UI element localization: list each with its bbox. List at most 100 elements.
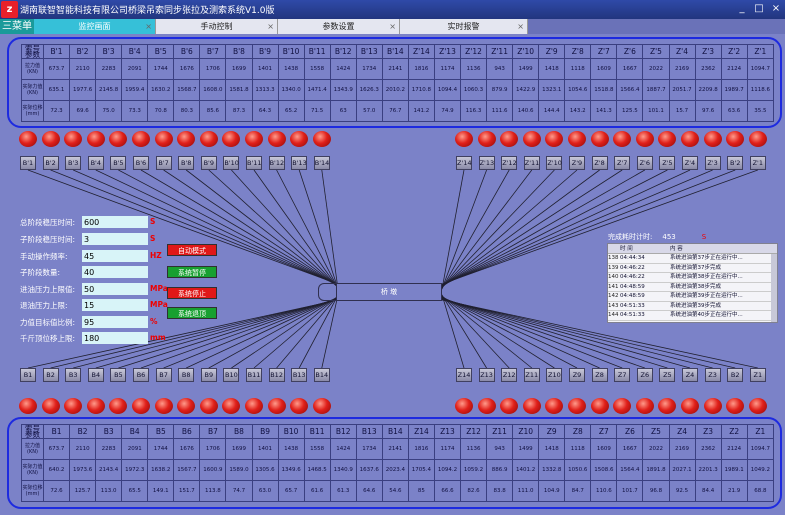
table-cell: 1637.6: [355, 459, 383, 481]
column-header: Z8: [564, 424, 592, 439]
jack-block: Z3: [704, 368, 721, 382]
log-row: 139 04:46:22 系统进油第37步完成: [608, 264, 777, 273]
system-stop-button[interactable]: 系统停止: [167, 287, 217, 299]
table-cell: 101.7: [616, 480, 644, 502]
log-row: 144 04:51:33 系统进油第40步正在运行中...: [608, 311, 777, 321]
table-cell: 1699: [225, 438, 253, 460]
log-row-number: 141: [608, 283, 619, 290]
log-row-time: 04:48:59: [620, 283, 645, 290]
table-cell: 1638.2: [147, 459, 175, 481]
log-row-number: 140: [608, 274, 619, 280]
table-cell: 2091: [121, 438, 149, 460]
column-header: Z10: [512, 424, 540, 439]
log-row-message: 系统进油第38步完成: [670, 283, 721, 290]
column-header: Z9: [538, 424, 566, 439]
table-cell: 1705.4: [407, 459, 435, 481]
table-cell: 1094.2: [433, 459, 462, 481]
column-header: Z6: [616, 424, 644, 439]
log-row: 142 04:48:59 系统进油第39步正在运行中...: [608, 292, 777, 302]
column-header: Z14: [407, 424, 435, 439]
param-input[interactable]: [82, 299, 148, 311]
jack-block: Z6: [636, 368, 653, 382]
table-cell: 1816: [407, 438, 435, 460]
param-unit: HZ: [150, 251, 162, 260]
status-light: [86, 398, 105, 414]
system-pause-button[interactable]: 系统暂停: [167, 266, 217, 278]
jack-block: B10: [223, 368, 240, 382]
cable-line: [253, 169, 339, 289]
log-rows: 138 04:44:34 系统进油第37步正在运行中... 139 04:46:22 系统…: [608, 254, 777, 321]
event-log[interactable]: 时 间内 容 138 04:44:34 系统进油第37步正在运行中... 139 04:…: [607, 243, 778, 323]
table-cell: 96.8: [642, 480, 670, 502]
jack-block: Z8: [591, 368, 608, 382]
jack-block: Z11: [523, 368, 540, 382]
table-cell: 85: [407, 480, 435, 502]
jack-block: Z7: [614, 368, 631, 382]
table-cell: 1973.6: [69, 459, 97, 481]
table-cell: 110.6: [590, 480, 618, 502]
table-cell: 68.8: [746, 480, 775, 502]
cable-line: [441, 296, 600, 369]
param-input[interactable]: [82, 250, 148, 262]
param-label: 子阶段稳压时间:: [20, 235, 76, 244]
table-cell: 2027.1: [668, 459, 696, 481]
param-unit: S: [150, 234, 156, 243]
table-cell: 1744: [147, 438, 175, 460]
table-cell: 1136: [459, 438, 488, 460]
log-row-number: 143: [608, 302, 619, 309]
table-cell: 2023.4: [381, 459, 409, 481]
table-cell: 1734: [355, 438, 383, 460]
table-cell: 1050.6: [564, 459, 592, 481]
table-cell: 2169: [668, 438, 696, 460]
cable-line: [441, 295, 533, 369]
log-scrollbar[interactable]: [771, 254, 777, 322]
param-input[interactable]: [82, 316, 148, 328]
param-input[interactable]: [82, 216, 148, 228]
status-light: [267, 398, 286, 414]
table-cell: 1567.7: [173, 459, 201, 481]
column-header: Z13: [433, 424, 462, 439]
column-header: B2: [69, 424, 97, 439]
table-cell: 886.9: [486, 459, 514, 481]
table-cell: 1564.4: [616, 459, 644, 481]
param-input[interactable]: [82, 332, 148, 344]
jack-block: B14: [313, 368, 330, 382]
table-cell: 65.5: [121, 480, 149, 502]
status-light: [312, 398, 331, 414]
status-light: [522, 398, 541, 414]
table-cell: 1558: [303, 438, 331, 460]
column-header: Z2: [720, 424, 748, 439]
param-input[interactable]: [82, 266, 148, 278]
table-cell: 1401.2: [512, 459, 540, 481]
system-retract-button[interactable]: 系统退顶: [167, 307, 217, 319]
total-time-display: 完成耗时计时: 453 S: [608, 232, 706, 242]
table-cell: 92.5: [668, 480, 696, 502]
table-cell: 2141: [381, 438, 409, 460]
table-cell: 1118: [564, 438, 592, 460]
log-col-time: 时 间: [620, 246, 633, 252]
column-header: Z4: [668, 424, 696, 439]
param-unit: mm: [150, 333, 166, 342]
log-row-time: 04:46:22: [620, 274, 645, 280]
jack-block: Z4: [682, 368, 698, 382]
jack-block: Z14: [456, 368, 472, 382]
auto-mode-button[interactable]: 自动模式: [167, 244, 217, 256]
corner-bottom-label: 参数: [25, 429, 40, 439]
row-label-displacement: 实际位移(mm): [21, 480, 44, 502]
param-input[interactable]: [82, 233, 148, 245]
table-cell: 2124: [720, 438, 748, 460]
table-cell: 1049.2: [746, 459, 775, 481]
cable-line: [231, 296, 339, 369]
table-cell: 1349.6: [277, 459, 305, 481]
param-label: 手动操作频率:: [20, 252, 68, 261]
table-cell: 2110: [69, 438, 97, 460]
table-cell: 111.0: [512, 480, 540, 502]
table-cell: 1059.2: [459, 459, 488, 481]
table-cell: 66.6: [433, 480, 462, 502]
param-input[interactable]: [82, 283, 148, 295]
table-cell: 1094.7: [746, 438, 775, 460]
column-header: Z12: [459, 424, 488, 439]
table-cell: 54.6: [381, 480, 409, 502]
row-label-actual-force: 实际力值(KN): [21, 459, 44, 481]
column-header: B4: [121, 424, 149, 439]
